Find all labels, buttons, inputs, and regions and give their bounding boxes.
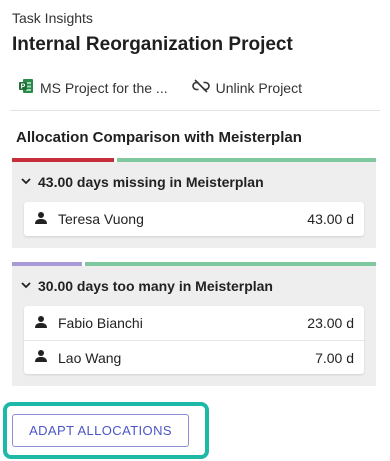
- unlink-project-label: Unlink Project: [215, 79, 302, 96]
- svg-text:P: P: [21, 84, 26, 91]
- comparison-group-missing: 43.00 days missing in Meisterplan Teresa…: [12, 158, 376, 248]
- ms-project-link[interactable]: P MS Project for the ...: [18, 78, 168, 97]
- unlink-project-link[interactable]: Unlink Project: [191, 78, 302, 97]
- person-icon: [34, 211, 58, 228]
- unlink-icon: [191, 78, 216, 97]
- group-label: 30.00 days too many in Meisterplan: [38, 278, 273, 294]
- allocation-comparison-title: Allocation Comparison with Meisterplan: [16, 129, 302, 146]
- person-icon: [34, 349, 58, 366]
- ms-project-icon: P: [18, 78, 40, 97]
- status-bar: [12, 158, 376, 162]
- ms-project-link-label: MS Project for the ...: [40, 79, 168, 96]
- group-label: 43.00 days missing in Meisterplan: [38, 174, 264, 190]
- adapt-allocations-button[interactable]: ADAPT ALLOCATIONS: [12, 414, 189, 447]
- resource-row[interactable]: Lao Wang 7.00 d: [24, 340, 364, 374]
- status-bar-accent: [12, 158, 114, 162]
- status-bar-base: [85, 262, 376, 266]
- project-links: P MS Project for the ... Unlink Project: [18, 78, 302, 97]
- resource-row[interactable]: Teresa Vuong 43.00 d: [24, 202, 364, 236]
- resource-list: Teresa Vuong 43.00 d: [24, 202, 364, 236]
- page-subtitle: Task Insights: [12, 10, 93, 26]
- page-title: Internal Reorganization Project: [12, 34, 293, 55]
- resource-name: Lao Wang: [58, 349, 122, 366]
- resource-value: 7.00 d: [315, 349, 354, 366]
- group-header-missing[interactable]: 43.00 days missing in Meisterplan: [12, 162, 376, 202]
- person-icon: [34, 315, 58, 332]
- resource-value: 43.00 d: [307, 211, 354, 227]
- group-header-too-many[interactable]: 30.00 days too many in Meisterplan: [12, 266, 376, 306]
- status-bar-accent: [12, 262, 82, 266]
- resource-name: Teresa Vuong: [58, 211, 144, 227]
- resource-name: Fabio Bianchi: [58, 315, 143, 331]
- status-bar: [12, 262, 376, 266]
- comparison-group-too-many: 30.00 days too many in Meisterplan Fabio…: [12, 262, 376, 386]
- chevron-down-icon: [20, 174, 38, 190]
- resource-value: 23.00 d: [307, 315, 354, 331]
- status-bar-base: [117, 158, 376, 162]
- chevron-down-icon: [20, 278, 38, 294]
- resource-list: Fabio Bianchi 23.00 d Lao Wang 7.00 d: [24, 306, 364, 374]
- resource-row[interactable]: Fabio Bianchi 23.00 d: [24, 306, 364, 340]
- divider: [10, 110, 380, 111]
